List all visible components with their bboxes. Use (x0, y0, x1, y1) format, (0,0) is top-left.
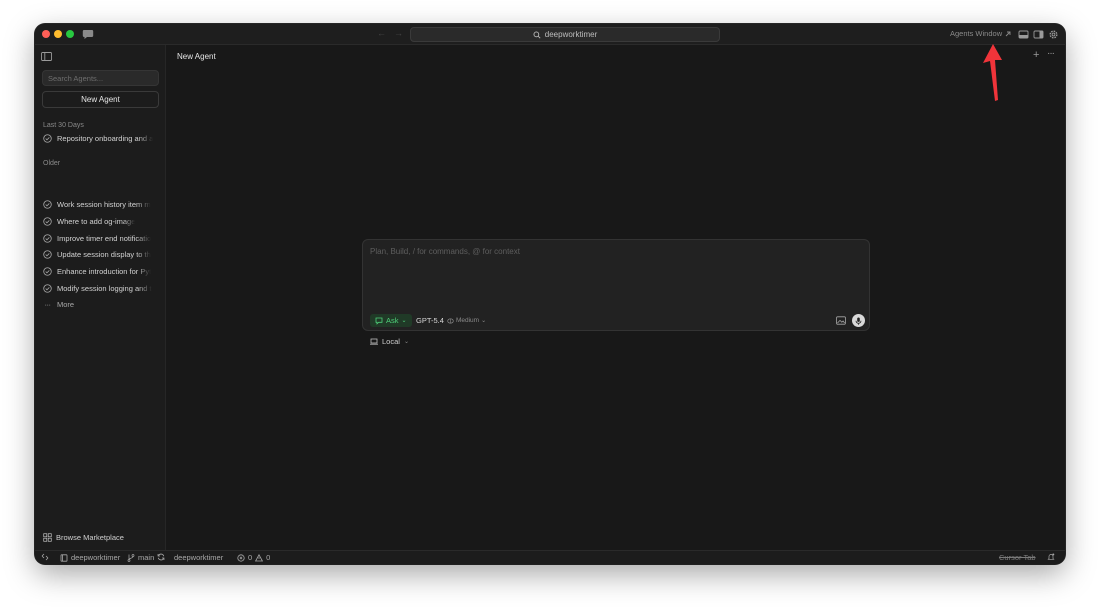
gear-icon[interactable] (1048, 29, 1059, 40)
agents-window-label: Agents Window (950, 29, 1003, 38)
plus-icon[interactable]: + (1033, 49, 1039, 61)
check-circle-icon (43, 249, 52, 259)
check-circle-icon (43, 283, 52, 293)
agent-item-label: Where to add og-image (57, 216, 136, 226)
sidebar-toggle-icon[interactable] (41, 52, 52, 61)
sync-button[interactable] (157, 553, 165, 561)
agent-item-label: Improve timer end notificatio (57, 233, 152, 243)
more-agents-button[interactable]: ··· More (43, 298, 158, 310)
error-count: 0 (248, 553, 253, 562)
notifications-button[interactable] (1047, 553, 1055, 561)
browse-marketplace-button[interactable]: Browse Marketplace (43, 533, 124, 542)
agent-item-label: Repository onboarding and a (57, 133, 154, 143)
mode-selector[interactable]: Ask ⌄ (370, 314, 412, 327)
cursor-tab-toggle[interactable]: Cursor Tab (999, 553, 1036, 562)
zoom-window-button[interactable] (66, 30, 74, 38)
more-label: More (57, 299, 75, 309)
chevron-down-icon: ⌄ (403, 339, 409, 345)
check-circle-icon (43, 199, 52, 209)
bell-icon (1047, 553, 1055, 560)
annotation-arrow (983, 44, 1002, 101)
model-label: GPT-5.4 (416, 316, 444, 325)
folder-name: deepworktimer (174, 553, 224, 562)
voice-input-button[interactable] (852, 314, 865, 327)
check-circle-icon (43, 216, 52, 226)
command-search-bar[interactable]: deepworktimer (410, 27, 720, 42)
image-attach-icon[interactable] (836, 316, 846, 325)
close-window-button[interactable] (42, 30, 50, 38)
agent-list-item[interactable]: Modify session logging and t (43, 282, 158, 294)
grid-icon (43, 533, 52, 542)
agents-sidebar: New Agent Last 30 Days Repository onboar… (35, 45, 166, 550)
git-branch-icon (127, 553, 135, 562)
repo-indicator[interactable]: deepworktimer (60, 553, 120, 562)
ellipsis-icon: ··· (44, 299, 52, 309)
agent-item-label: Enhance introduction for Pyt (57, 266, 152, 276)
repo-name: deepworktimer (71, 553, 121, 562)
agent-list-item[interactable]: Repository onboarding and a (43, 132, 158, 144)
model-selector[interactable]: GPT-5.4 Medium ⌄ (416, 316, 486, 325)
agent-composer: Ask ⌄ GPT-5.4 Medium ⌄ (362, 239, 870, 331)
title-bar: ←→ deepworktimer Agents Window (35, 24, 1065, 45)
environment-selector[interactable]: Local ⌄ (370, 337, 409, 346)
app-window: ←→ deepworktimer Agents Window Search Ag… (35, 24, 1065, 564)
chevron-down-icon: ⌄ (481, 318, 487, 324)
forward-arrow-icon[interactable]: → (394, 28, 411, 38)
warning-icon (255, 553, 264, 561)
agent-item-label: Modify session logging and t (57, 283, 152, 293)
repo-icon (60, 553, 68, 562)
error-circle-icon (237, 553, 245, 562)
agents-window-button[interactable]: Agents Window (950, 29, 1011, 38)
chat-bubble-icon[interactable] (82, 29, 94, 40)
prompt-input[interactable] (368, 245, 864, 305)
search-icon (533, 31, 541, 39)
side-panel-toggle-icon[interactable] (1033, 29, 1044, 40)
agent-list-item[interactable]: Improve timer end notificatio (43, 232, 158, 244)
section-label-last-30-days: Last 30 Days (43, 122, 84, 129)
check-circle-icon (43, 266, 52, 276)
agent-item-label: Update session display to th (57, 249, 151, 259)
minimize-window-button[interactable] (54, 30, 62, 38)
mode-label: Ask (386, 316, 399, 325)
agent-list-item[interactable]: Where to add og-image (43, 215, 158, 227)
problems-indicator[interactable]: 0 0 (237, 553, 270, 562)
new-agent-button[interactable]: New Agent (42, 91, 159, 108)
brain-icon (447, 317, 454, 324)
effort-label: Medium (455, 317, 480, 324)
branch-name: main (138, 553, 155, 562)
section-label-older: Older (43, 160, 61, 167)
arrow-up-right-icon (1005, 31, 1011, 36)
check-circle-icon (43, 133, 52, 143)
agent-item-label: Work session history item m (57, 199, 151, 209)
microphone-icon (855, 317, 862, 325)
search-agents-input[interactable] (42, 70, 159, 86)
remote-icon[interactable] (41, 553, 49, 561)
branch-indicator[interactable]: main (127, 553, 154, 562)
agent-list-item[interactable]: Update session display to th (43, 248, 158, 260)
sync-icon (157, 553, 165, 561)
chevron-down-icon: ⌄ (401, 318, 407, 324)
check-circle-icon (43, 233, 52, 243)
browse-marketplace-label: Browse Marketplace (56, 533, 124, 542)
search-bar-text: deepworktimer (544, 30, 598, 39)
warning-count: 0 (266, 553, 271, 562)
workspace-folder[interactable]: deepworktimer (174, 553, 223, 562)
nav-arrows: ←→ (377, 28, 411, 38)
chat-bubble-icon (375, 317, 383, 325)
agent-list-item[interactable]: Enhance introduction for Pyt (43, 265, 158, 277)
environment-label: Local (382, 337, 400, 346)
status-bar: deepworktimer main deepworktimer 0 0 Cur… (35, 550, 1065, 564)
laptop-icon (370, 338, 378, 345)
agent-list-item[interactable]: Work session history item m (43, 198, 158, 210)
bottom-panel-toggle-icon[interactable] (1018, 29, 1029, 40)
back-arrow-icon[interactable]: ← (377, 28, 394, 38)
remote-connection-icon (41, 553, 49, 561)
page-title: New Agent (177, 52, 216, 61)
effort-selector[interactable]: Medium ⌄ (447, 317, 486, 324)
more-options-icon[interactable]: ··· (1047, 48, 1055, 59)
